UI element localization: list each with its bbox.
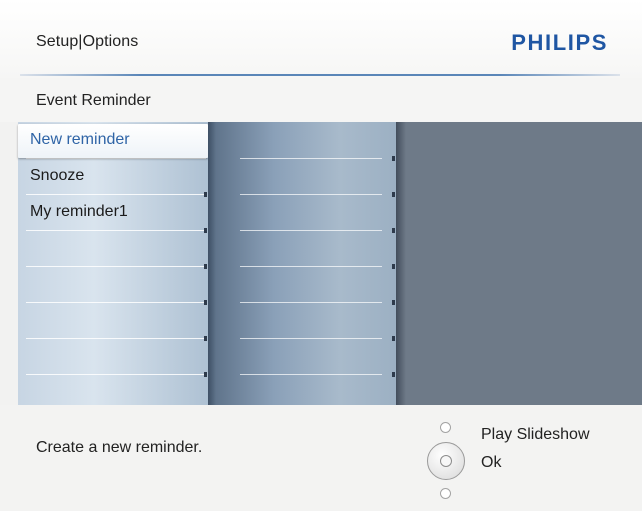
- device-screen: Setup|Options PHILIPS Event Reminder New…: [0, 0, 642, 511]
- menu-item-label: New reminder: [30, 131, 130, 148]
- row-divider: [240, 374, 382, 375]
- row-divider: [240, 230, 382, 231]
- row-tick: [204, 372, 207, 377]
- navigation-wheel-icon[interactable]: [427, 442, 465, 480]
- ok-label: Ok: [481, 454, 502, 471]
- row-divider: [26, 302, 206, 303]
- row-divider: [240, 266, 382, 267]
- breadcrumb: Setup|Options: [36, 33, 139, 50]
- row-tick: [204, 336, 207, 341]
- menu-item-my-reminder1[interactable]: My reminder1: [18, 196, 208, 230]
- row-divider: [26, 374, 206, 375]
- nav-down-icon[interactable]: [440, 488, 451, 499]
- menu-item-snooze[interactable]: Snooze: [18, 160, 208, 194]
- philips-logo: PHILIPS: [511, 30, 608, 55]
- navigation-control: [424, 419, 468, 503]
- menu-column-secondary: [208, 122, 396, 405]
- row-tick: [204, 300, 207, 305]
- row-tick: [392, 156, 395, 161]
- row-divider: [26, 338, 206, 339]
- row-tick: [392, 264, 395, 269]
- ok-button-icon[interactable]: [440, 455, 452, 467]
- subheader-bar: Event Reminder: [0, 78, 642, 122]
- header-divider: [20, 74, 620, 76]
- row-tick: [392, 228, 395, 233]
- menu-item-new-reminder[interactable]: New reminder: [18, 124, 208, 158]
- menu-column-primary: New reminder Snooze My reminder1: [18, 122, 208, 405]
- row-divider: [26, 158, 206, 159]
- row-tick: [392, 336, 395, 341]
- row-divider: [240, 338, 382, 339]
- menu-item-label: My reminder1: [30, 203, 128, 220]
- help-text: Create a new reminder.: [36, 439, 203, 456]
- menu-panels: New reminder Snooze My reminder1: [18, 122, 642, 405]
- menu-item-label: Snooze: [30, 167, 85, 184]
- page-title: Event Reminder: [36, 92, 151, 109]
- row-tick: [392, 372, 395, 377]
- row-divider: [240, 158, 382, 159]
- preview-panel: [396, 122, 642, 405]
- nav-up-icon[interactable]: [440, 422, 451, 433]
- row-divider: [240, 302, 382, 303]
- row-tick: [204, 264, 207, 269]
- row-divider: [26, 194, 206, 195]
- row-tick: [392, 192, 395, 197]
- play-slideshow-label: Play Slideshow: [481, 426, 590, 443]
- row-divider: [240, 194, 382, 195]
- row-divider: [26, 266, 206, 267]
- footer-bar: Create a new reminder. Play Slideshow Ok: [0, 405, 642, 511]
- header-bar: Setup|Options PHILIPS: [0, 0, 642, 78]
- row-divider: [26, 230, 206, 231]
- row-tick: [392, 300, 395, 305]
